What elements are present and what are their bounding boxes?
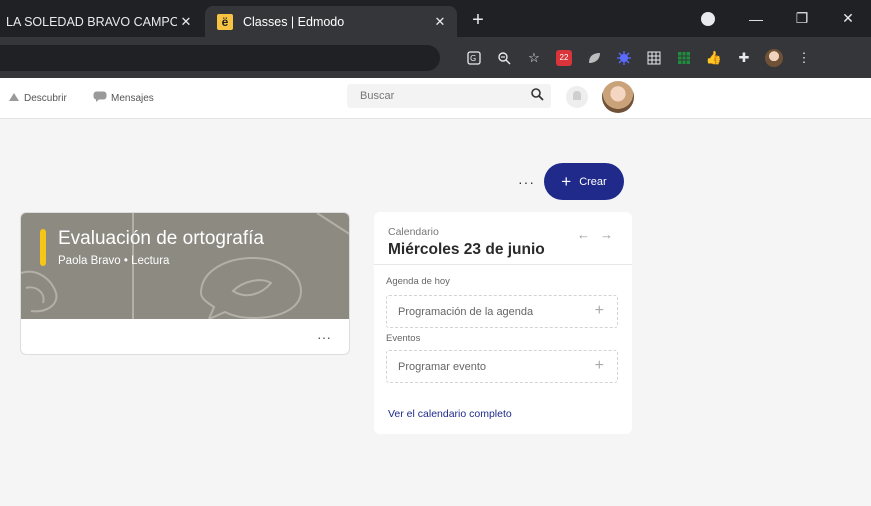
new-tab-button[interactable]: + [466,8,490,32]
leaf-icon[interactable] [582,49,606,67]
restore-button[interactable]: ❐ [779,10,825,27]
class-more-icon[interactable]: ··· [317,329,331,345]
nav-label: Mensajes [111,92,154,104]
calendar-label: Calendario [388,226,439,238]
today-agenda-label: Agenda de hoy [386,276,450,287]
thumbs-up-icon[interactable]: 👍 [702,49,726,67]
schedule-agenda-slot[interactable]: Programación de la agenda + [386,295,618,328]
nav-mensajes[interactable]: Mensajes [93,91,154,105]
create-label: Crear [579,175,607,188]
divider [374,264,632,265]
nav-descubrir[interactable]: Descubrir [8,91,67,106]
puzzle-icon[interactable]: ✚ [732,49,756,67]
messages-icon [93,91,107,105]
translate-icon[interactable]: G [462,49,486,67]
browser-tab-inactive[interactable]: LA SOLEDAD BRAVO CAMPO ✕ [0,6,203,37]
tab-title: Classes | Edmodo [243,14,345,29]
svg-text:G: G [470,54,476,63]
zoom-icon[interactable] [492,49,516,67]
calendar-widget: Calendario Miércoles 23 de junio ← → Age… [374,212,632,434]
address-bar[interactable] [0,45,440,71]
star-icon[interactable]: ☆ [522,49,546,67]
profile-icon[interactable] [762,49,786,67]
window-controls: — ❐ ✕ [701,0,871,37]
edmodo-favicon-icon: ë [217,13,233,30]
class-card[interactable]: Evaluación de ortografía Paola Bravo • L… [20,212,350,355]
prev-day-arrow-icon[interactable]: ← [577,227,590,242]
class-title[interactable]: Evaluación de ortografía [58,228,264,250]
add-agenda-plus-icon[interactable]: + [595,302,604,320]
window-close-button[interactable]: ✕ [825,10,871,27]
virus-icon[interactable] [612,49,636,67]
close-tab-icon[interactable]: ✕ [177,14,195,30]
more-options-icon[interactable]: ··· [518,174,535,190]
discover-icon [8,91,20,106]
slot-label: Programar evento [398,361,487,373]
minimize-button[interactable]: — [733,11,779,27]
slot-label: Programación de la agenda [398,306,534,318]
class-color-bar [40,229,46,266]
browser-tab-active[interactable]: ë Classes | Edmodo ✕ [205,6,457,37]
search-icon[interactable] [530,87,544,101]
extension-badge: 22 [556,50,572,66]
search-placeholder: Buscar [360,90,395,102]
add-event-plus-icon[interactable]: + [595,357,604,375]
sheets-icon[interactable] [672,49,696,67]
notifications-bell-icon[interactable] [566,86,588,108]
create-button[interactable]: + Crear [544,163,624,200]
next-day-arrow-icon[interactable]: → [600,227,613,242]
close-tab-icon[interactable]: ✕ [431,14,449,30]
nav-label: Descubrir [24,93,67,104]
calendar-date: Miércoles 23 de junio [388,241,545,258]
class-card-banner: Evaluación de ortografía Paola Bravo • L… [21,213,349,319]
class-subtitle: Paola Bravo • Lectura [58,255,170,267]
extension-icons: G ☆ 22 👍 ✚ ⋮ [462,45,822,71]
profile-dropdown-icon[interactable] [701,11,715,26]
user-avatar[interactable] [602,81,634,113]
grid-icon[interactable] [642,49,666,67]
abp-icon[interactable]: 22 [552,49,576,67]
plus-icon: + [561,171,572,191]
events-label: Eventos [386,333,421,344]
schedule-event-slot[interactable]: Programar evento + [386,350,618,383]
menu-icon[interactable]: ⋮ [792,49,816,67]
tab-title: LA SOLEDAD BRAVO CAMPO [6,14,177,29]
full-calendar-link[interactable]: Ver el calendario completo [388,408,512,420]
